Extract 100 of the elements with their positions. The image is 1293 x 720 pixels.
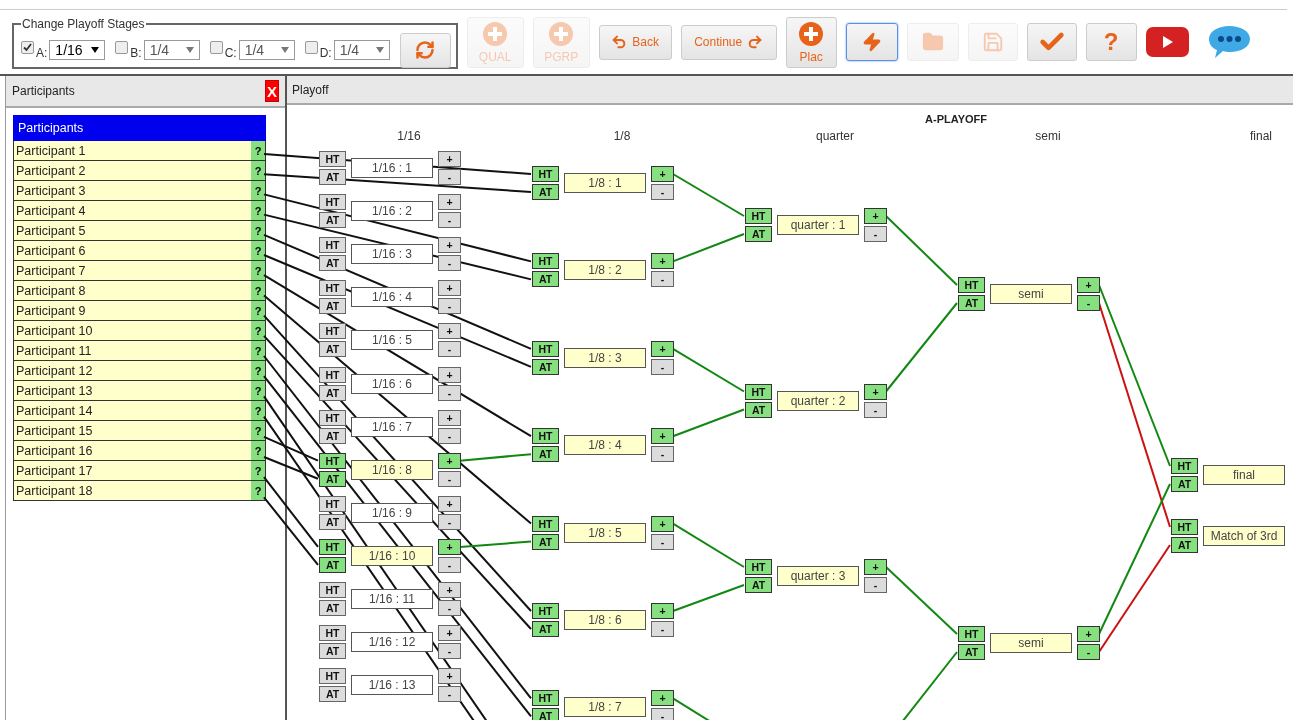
loser-button[interactable]: - [438,212,461,229]
participant-row[interactable]: Participant 4 ? [13,201,266,221]
loser-button[interactable]: - [438,298,461,315]
loser-button[interactable]: - [438,169,461,185]
stage-checkbox[interactable] [304,41,318,54]
home-team-button[interactable]: HT [532,340,559,357]
help-badge[interactable]: ? [251,201,265,220]
loser-button[interactable]: - [651,533,674,550]
winner-button[interactable]: + [864,559,887,575]
home-team-button[interactable]: HT [532,515,559,532]
loser-button[interactable]: - [1077,295,1100,311]
away-team-button[interactable]: AT [745,401,772,418]
winner-button[interactable]: + [1077,277,1100,293]
winner-button[interactable]: + [651,428,674,445]
help-badge[interactable]: ? [251,421,265,440]
loser-button[interactable]: - [1077,644,1100,660]
away-team-button[interactable]: AT [532,708,559,720]
stage-select[interactable]: 1/4 [333,40,390,60]
winner-button[interactable]: + [651,603,674,619]
winner-button[interactable]: + [438,237,461,254]
participant-row[interactable]: Participant 8 ? [13,281,266,301]
away-team-button[interactable]: AT [319,169,346,185]
winner-button[interactable]: + [438,366,461,383]
winner-button[interactable]: + [438,409,461,426]
home-team-button[interactable]: HT [1171,458,1198,474]
participant-row[interactable]: Participant 2 ? [13,161,266,181]
participant-row[interactable]: Participant 15 ? [13,421,266,441]
close-button[interactable]: X [265,80,279,102]
home-team-button[interactable]: HT [319,237,346,254]
home-team-button[interactable]: HT [745,559,772,575]
participant-row[interactable]: Participant 9 ? [13,301,266,321]
loser-button[interactable]: - [438,513,461,530]
away-team-button[interactable]: AT [532,271,559,288]
loser-button[interactable]: - [438,341,461,358]
home-team-button[interactable]: HT [319,151,346,167]
help-badge[interactable]: ? [251,341,265,360]
home-team-button[interactable]: HT [319,495,346,512]
winner-button[interactable]: + [651,253,674,270]
home-team-button[interactable]: HT [319,323,346,340]
stage-select[interactable]: 1/4 [143,40,200,60]
home-team-button[interactable]: HT [319,625,346,642]
help-badge[interactable]: ? [251,361,265,380]
participant-row[interactable]: Participant 12 ? [13,361,266,381]
stage-select[interactable]: 1/16 [49,40,106,60]
winner-button[interactable]: + [651,515,674,532]
home-team-button[interactable]: HT [958,277,985,293]
help-badge[interactable]: ? [251,381,265,400]
winner-button[interactable]: + [651,690,674,707]
winner-button[interactable]: + [438,151,461,167]
help-badge[interactable]: ? [251,141,265,160]
home-team-button[interactable]: HT [958,626,985,642]
away-team-button[interactable]: AT [1171,537,1198,553]
participant-row[interactable]: Participant 11 ? [13,341,266,361]
home-team-button[interactable]: HT [319,452,346,469]
loser-button[interactable]: - [651,184,674,200]
check-button[interactable] [1026,23,1077,61]
away-team-button[interactable]: AT [319,513,346,530]
away-team-button[interactable]: AT [532,358,559,375]
participant-row[interactable]: Participant 6 ? [13,241,266,261]
home-team-button[interactable]: HT [319,538,346,555]
participant-row[interactable]: Participant 7 ? [13,261,266,281]
home-team-button[interactable]: HT [532,428,559,445]
away-team-button[interactable]: AT [319,643,346,660]
winner-button[interactable]: + [438,323,461,340]
help-badge[interactable]: ? [251,301,265,320]
home-team-button[interactable]: HT [745,383,772,400]
help-badge[interactable]: ? [251,241,265,260]
away-team-button[interactable]: AT [319,427,346,444]
help-badge[interactable]: ? [251,461,265,480]
winner-button[interactable]: + [438,495,461,512]
loser-button[interactable]: - [438,556,461,573]
winner-button[interactable]: + [1077,626,1100,642]
away-team-button[interactable]: AT [319,686,346,703]
winner-button[interactable]: + [438,625,461,642]
winner-button[interactable]: + [438,582,461,598]
participant-row[interactable]: Participant 16 ? [13,441,266,461]
winner-button[interactable]: + [651,340,674,357]
home-team-button[interactable]: HT [319,409,346,426]
help-badge[interactable]: ? [251,261,265,280]
help-badge[interactable]: ? [251,441,265,460]
away-team-button[interactable]: AT [319,341,346,358]
winner-button[interactable]: + [438,538,461,555]
stage-select[interactable]: 1/4 [238,40,295,60]
participant-row[interactable]: Participant 18 ? [13,481,266,501]
loser-button[interactable]: - [651,358,674,375]
away-team-button[interactable]: AT [532,621,559,637]
loser-button[interactable]: - [438,600,461,616]
home-team-button[interactable]: HT [532,690,559,707]
stage-checkbox[interactable] [21,41,34,54]
participant-row[interactable]: Participant 17 ? [13,461,266,481]
loser-button[interactable]: - [864,401,887,418]
winner-button[interactable]: + [438,668,461,685]
help-badge[interactable]: ? [251,321,265,340]
stage-checkbox[interactable] [209,41,223,54]
away-team-button[interactable]: AT [319,298,346,315]
help-badge[interactable]: ? [251,481,265,500]
home-team-button[interactable]: HT [319,668,346,685]
away-team-button[interactable]: AT [319,384,346,401]
away-team-button[interactable]: AT [1171,476,1198,492]
home-team-button[interactable]: HT [745,208,772,224]
